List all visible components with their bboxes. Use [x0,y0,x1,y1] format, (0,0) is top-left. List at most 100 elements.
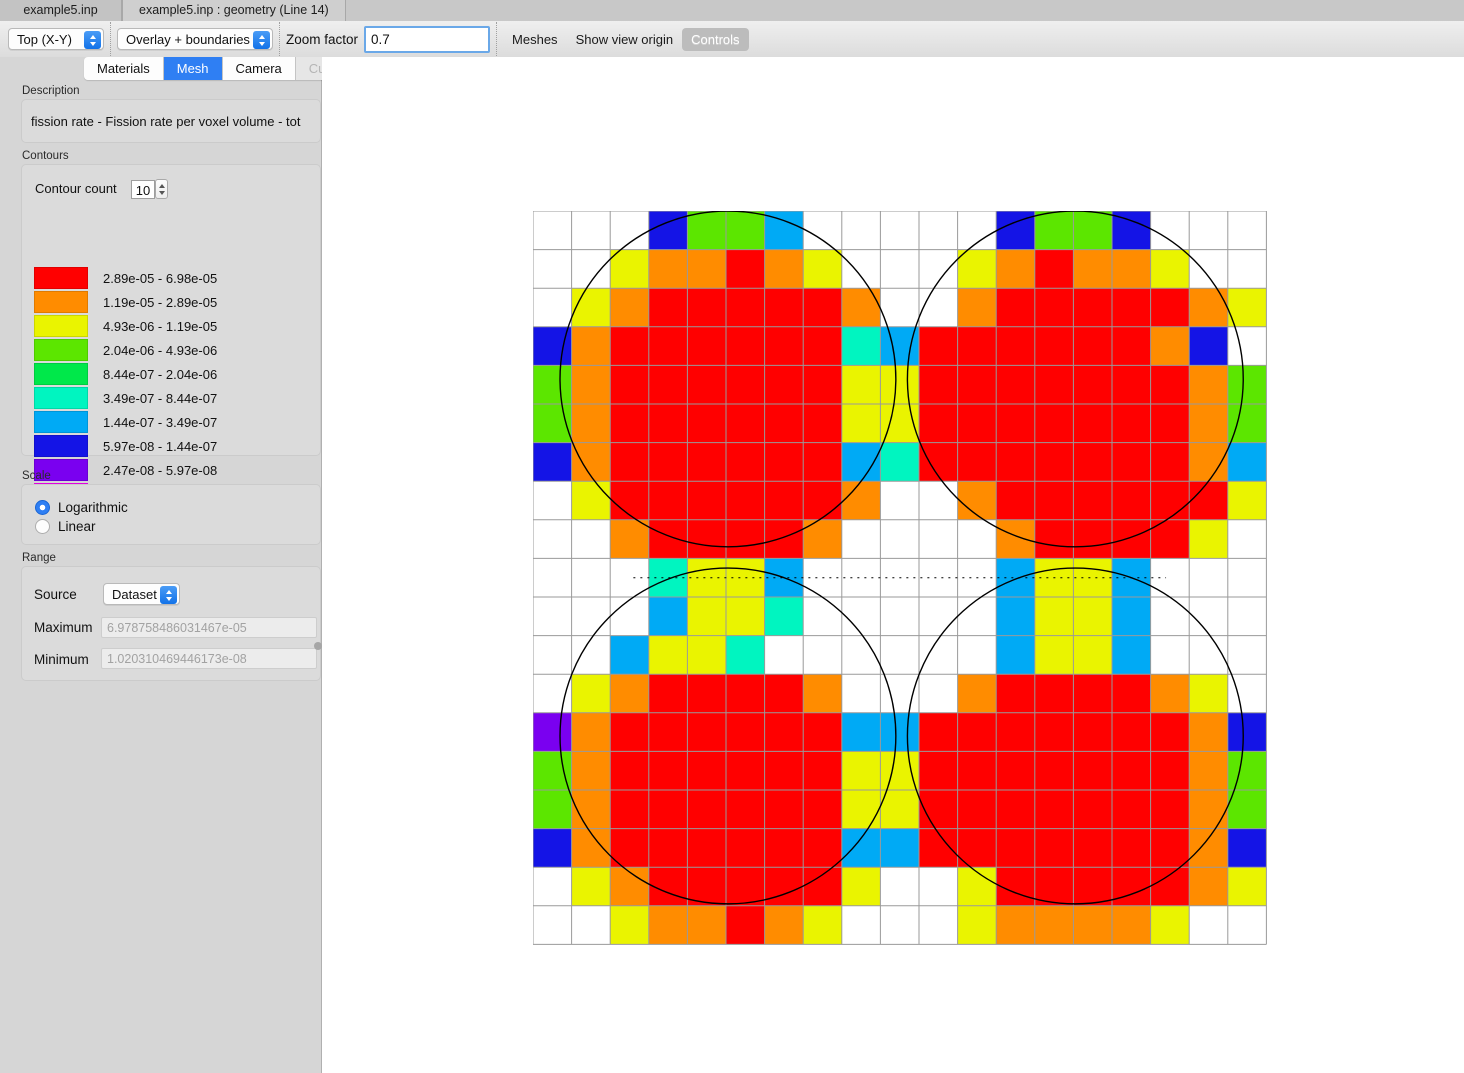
mesh-cell [572,404,611,443]
mesh-cell [803,713,842,752]
mesh-cell [765,636,804,675]
panel-scroll-handle[interactable] [314,642,322,650]
controls-button[interactable]: Controls [682,28,748,51]
contour-legend-row: 4.93e-06 - 1.19e-05 [34,314,294,338]
mesh-cell [880,751,919,790]
mesh-cell [610,597,649,636]
mesh-cell [610,636,649,675]
mesh-cell [1189,520,1228,559]
mesh-cell [1112,481,1151,520]
mesh-cell [803,751,842,790]
tab-materials[interactable]: Materials [84,57,164,80]
contour-legend-row: 2.47e-08 - 5.97e-08 [34,458,294,482]
contour-range-label: 4.93e-06 - 1.19e-05 [103,319,217,334]
tab-camera-label: Camera [236,61,282,76]
contour-range-label: 2.89e-05 - 6.98e-05 [103,271,217,286]
mesh-cell [1228,481,1267,520]
mesh-cell [765,250,804,289]
overlay-mode-dropdown[interactable]: Overlay + boundaries [117,28,273,50]
contour-count-label: Contour count [35,181,117,196]
controls-button-label: Controls [691,32,739,47]
left-inspector-panel: Materials Mesh Camera Cu Description fis… [0,57,322,1073]
mesh-cell [687,404,726,443]
mesh-cell [1073,211,1112,250]
radio-logarithmic[interactable]: Logarithmic [35,500,128,515]
window-tab-geometry[interactable]: example5.inp : geometry (Line 14) [122,0,346,21]
view-orientation-dropdown[interactable]: Top (X-Y) [8,28,104,50]
contour-color-swatch [34,315,88,337]
mesh-cell [880,636,919,675]
mesh-cell [1112,443,1151,482]
mesh-cell [687,906,726,945]
mesh-cell [572,713,611,752]
mesh-cell [842,906,881,945]
mesh-cell [1189,597,1228,636]
contour-color-swatch [34,435,88,457]
radio-linear[interactable]: Linear [35,519,96,534]
main-toolbar: Top (X-Y) Overlay + boundaries Zoom fact… [0,21,1464,58]
mesh-cell [880,867,919,906]
mesh-cell [533,597,572,636]
mesh-cell [842,365,881,404]
mesh-cell [1035,327,1074,366]
mesh-cell [1151,443,1190,482]
mesh-cell [1151,558,1190,597]
mesh-cell [1035,250,1074,289]
meshes-button[interactable]: Meshes [503,28,567,51]
mesh-cell [842,751,881,790]
scale-group-label: Scale [22,470,51,482]
mesh-cell [996,250,1035,289]
mesh-cell [803,829,842,868]
range-minimum-input[interactable]: 1.020310469446173e-08 [101,648,317,669]
mesh-cell [1073,713,1112,752]
mesh-cell [958,597,997,636]
mesh-cell [842,481,881,520]
range-maximum-placeholder: 6.978758486031467e-05 [107,621,247,635]
mesh-cell [1228,365,1267,404]
mesh-cell [726,250,765,289]
mesh-cell [687,288,726,327]
mesh-cell [726,443,765,482]
mesh-cell [842,597,881,636]
mesh-cell [1112,906,1151,945]
mesh-cell [803,250,842,289]
mesh-cell [842,713,881,752]
mesh-plot-area[interactable] [322,57,1464,1073]
mesh-cell [765,751,804,790]
range-source-dropdown[interactable]: Dataset [103,583,180,605]
mesh-cell [919,404,958,443]
range-maximum-input[interactable]: 6.978758486031467e-05 [101,617,317,638]
mesh-cell [610,674,649,713]
mesh-cell [1112,829,1151,868]
tab-mesh[interactable]: Mesh [164,57,223,80]
mesh-cell [958,404,997,443]
tab-camera[interactable]: Camera [223,57,296,80]
contour-legend-row: 5.97e-08 - 1.44e-07 [34,434,294,458]
mesh-cell [919,597,958,636]
mesh-cell [572,867,611,906]
mesh-cell [996,327,1035,366]
contour-count-stepper[interactable] [155,179,168,199]
mesh-cell [572,481,611,520]
contours-group-label: Contours [22,150,69,162]
tab-materials-label: Materials [97,61,150,76]
window-tab-label: example5.inp : geometry (Line 14) [139,3,329,17]
mesh-cell [1073,481,1112,520]
mesh-cell [842,867,881,906]
mesh-cell [1112,674,1151,713]
mesh-heatmap[interactable] [533,211,1269,948]
range-minimum-placeholder: 1.020310469446173e-08 [107,652,247,666]
mesh-cell [803,481,842,520]
mesh-cell [765,906,804,945]
mesh-cell [880,481,919,520]
mesh-cell [996,520,1035,559]
mesh-cell [649,288,688,327]
mesh-cell [1151,829,1190,868]
chevron-updown-icon [84,31,101,49]
contour-count-input[interactable]: 10 [131,180,155,199]
show-view-origin-button[interactable]: Show view origin [567,28,683,51]
mesh-cell [1073,365,1112,404]
mesh-cell [1035,288,1074,327]
zoom-factor-input[interactable]: 0.7 [364,26,490,53]
window-tab-example5[interactable]: example5.inp [0,0,122,21]
